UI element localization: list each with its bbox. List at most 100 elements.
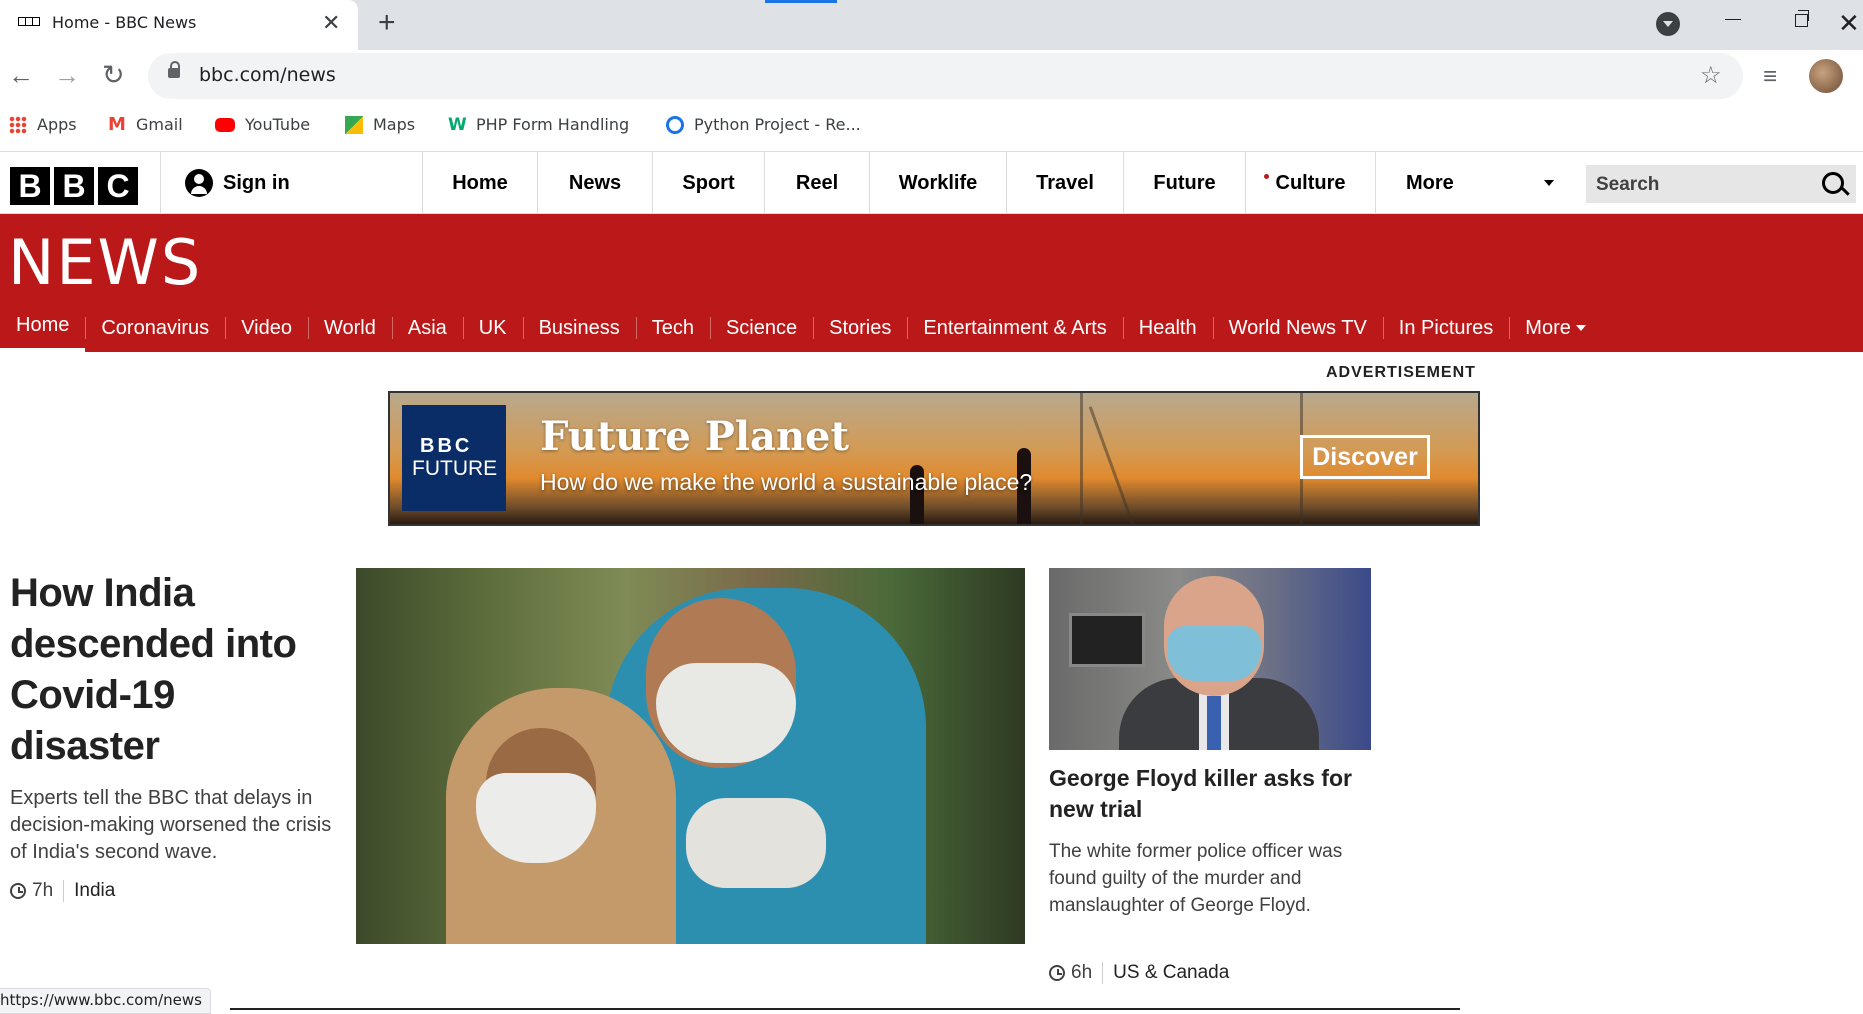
lead-story-image[interactable] bbox=[356, 568, 1025, 944]
side-story-summary: The white former police officer was foun… bbox=[1049, 841, 1343, 916]
back-arrow-icon[interactable]: ← bbox=[8, 60, 34, 91]
status-bar-url: https://www.bbc.com/news bbox=[0, 988, 211, 1014]
advertisement-banner[interactable]: BBC FUTURE Future Planet How do we make … bbox=[388, 391, 1480, 526]
top-nav-culture[interactable]: Culture bbox=[1246, 152, 1376, 214]
sub-nav-asia[interactable]: Asia bbox=[391, 309, 463, 347]
sub-nav-world-news-tv[interactable]: World News TV bbox=[1212, 309, 1383, 347]
side-story-meta: 6h US & Canada bbox=[1049, 962, 1229, 984]
sub-nav-video[interactable]: Video bbox=[225, 309, 308, 347]
ad-logo-bbc: BBC bbox=[420, 435, 473, 457]
sign-in-label: Sign in bbox=[223, 171, 290, 194]
clock-icon bbox=[1049, 965, 1065, 981]
bookmark-label: PHP Form Handling bbox=[476, 115, 630, 134]
bbc-global-nav: B B C Sign in Home News Sport Reel Workl… bbox=[0, 152, 1863, 214]
story-time: 6h bbox=[1071, 962, 1093, 983]
forward-arrow-icon[interactable]: → bbox=[54, 60, 80, 91]
reload-icon[interactable]: ↻ bbox=[102, 60, 125, 91]
tab-title: Home - BBC News bbox=[52, 13, 197, 32]
story-tag-link[interactable]: India bbox=[74, 880, 115, 902]
search-placeholder: Search bbox=[1596, 174, 1660, 195]
sub-nav-more[interactable]: More bbox=[1509, 309, 1602, 347]
bookmark-label: Apps bbox=[37, 115, 77, 134]
divider-line bbox=[230, 1008, 1460, 1010]
bbc-search-input[interactable]: Search bbox=[1586, 165, 1856, 203]
meta-divider bbox=[63, 880, 65, 902]
news-section-title[interactable]: NEWS bbox=[8, 226, 202, 299]
sub-nav-coronavirus[interactable]: Coronavirus bbox=[85, 309, 225, 347]
story-time: 7h bbox=[32, 880, 54, 901]
ad-subtitle: How do we make the world a sustainable p… bbox=[540, 469, 1033, 495]
image-mask bbox=[1167, 626, 1261, 681]
bookmark-python-project[interactable]: Python Project - Re... bbox=[666, 115, 861, 134]
bbc-logo[interactable]: B B C bbox=[10, 167, 138, 205]
top-nav-more[interactable]: More bbox=[1376, 152, 1554, 214]
new-tab-button[interactable]: + bbox=[378, 6, 396, 40]
tab-close-icon[interactable]: ✕ bbox=[322, 10, 340, 36]
news-banner: NEWS Home Coronavirus Video World Asia U… bbox=[0, 214, 1863, 352]
image-gloves bbox=[686, 798, 826, 888]
url-text[interactable]: bbc.com/news bbox=[199, 64, 336, 86]
image-tie bbox=[1207, 696, 1221, 750]
image-laptop bbox=[1069, 613, 1145, 667]
bookmark-label: Python Project - Re... bbox=[694, 115, 861, 134]
story-tag-link[interactable]: US & Canada bbox=[1113, 962, 1229, 984]
bookmark-star-icon[interactable]: ☆ bbox=[1700, 61, 1722, 90]
top-nav-travel[interactable]: Travel bbox=[1007, 152, 1124, 214]
sub-nav-health[interactable]: Health bbox=[1122, 309, 1213, 347]
discover-button[interactable]: Discover bbox=[1300, 435, 1430, 479]
sub-nav-stories[interactable]: Stories bbox=[813, 309, 907, 347]
bookmark-apps[interactable]: Apps bbox=[9, 115, 77, 134]
top-nav-home[interactable]: Home bbox=[423, 152, 538, 214]
news-sub-nav: Home Coronavirus Video World Asia UK Bus… bbox=[0, 304, 1602, 352]
sub-nav-science[interactable]: Science bbox=[709, 309, 813, 347]
bookmark-label: Gmail bbox=[136, 115, 183, 134]
sub-nav-in-pictures[interactable]: In Pictures bbox=[1382, 309, 1509, 347]
top-nav-news[interactable]: News bbox=[538, 152, 653, 214]
top-nav-worklife[interactable]: Worklife bbox=[870, 152, 1007, 214]
side-story-image[interactable] bbox=[1049, 568, 1371, 750]
sub-nav-tech[interactable]: Tech bbox=[635, 309, 710, 347]
profile-avatar[interactable] bbox=[1809, 59, 1843, 93]
minimize-icon[interactable] bbox=[1725, 19, 1741, 20]
sub-nav-world[interactable]: World bbox=[307, 309, 392, 347]
meta-divider bbox=[1102, 962, 1104, 984]
sub-nav-home[interactable]: Home bbox=[0, 304, 86, 352]
bbc-favicon-icon bbox=[18, 17, 40, 26]
lock-icon[interactable] bbox=[168, 61, 180, 78]
turbine-decoration bbox=[1088, 406, 1135, 524]
top-nav-future[interactable]: Future bbox=[1124, 152, 1246, 214]
address-bar[interactable]: bbc.com/news ☆ bbox=[148, 53, 1743, 99]
bookmark-gmail[interactable]: M Gmail bbox=[108, 115, 183, 134]
top-nav-sport[interactable]: Sport bbox=[653, 152, 765, 214]
culture-dot-icon bbox=[1264, 174, 1269, 179]
image-mask bbox=[656, 663, 796, 763]
tab-search-icon[interactable] bbox=[1656, 12, 1680, 36]
bookmarks-bar: Apps M Gmail YouTube Maps W PHP Form Han… bbox=[0, 104, 1863, 152]
sub-nav-business[interactable]: Business bbox=[522, 309, 636, 347]
advertisement-label: ADVERTISEMENT bbox=[1326, 364, 1476, 381]
side-story-headline[interactable]: George Floyd killer asks for new trial bbox=[1049, 763, 1389, 825]
bookmark-label: Maps bbox=[373, 115, 416, 134]
top-nav-more-label: More bbox=[1406, 171, 1454, 194]
window-close-icon[interactable]: ✕ bbox=[1838, 8, 1860, 39]
restore-icon[interactable] bbox=[1795, 10, 1809, 27]
w3schools-icon: W bbox=[448, 114, 467, 135]
browser-tab[interactable]: Home - BBC News ✕ bbox=[0, 0, 358, 50]
sign-in-link[interactable]: Sign in bbox=[160, 152, 423, 214]
bbc-logo-letter: B bbox=[10, 167, 50, 205]
bookmark-php-form-handling[interactable]: W PHP Form Handling bbox=[448, 115, 629, 134]
search-icon[interactable] bbox=[1822, 172, 1844, 194]
youtube-icon bbox=[215, 117, 235, 132]
media-control-icon[interactable]: ≡ bbox=[1763, 63, 1777, 91]
sub-nav-uk[interactable]: UK bbox=[462, 309, 523, 347]
lead-story-meta: 7h India bbox=[10, 880, 115, 902]
turbine-decoration bbox=[1080, 393, 1083, 524]
bbc-logo-letter: C bbox=[98, 167, 138, 205]
bookmark-maps[interactable]: Maps bbox=[345, 115, 415, 134]
lead-story-headline[interactable]: How India descended into Covid-19 disast… bbox=[10, 568, 330, 772]
sub-nav-entertainment-arts[interactable]: Entertainment & Arts bbox=[907, 309, 1122, 347]
bookmark-youtube[interactable]: YouTube bbox=[215, 115, 310, 134]
top-nav-reel[interactable]: Reel bbox=[765, 152, 870, 214]
loading-indicator bbox=[765, 0, 837, 3]
maps-icon bbox=[345, 115, 363, 134]
